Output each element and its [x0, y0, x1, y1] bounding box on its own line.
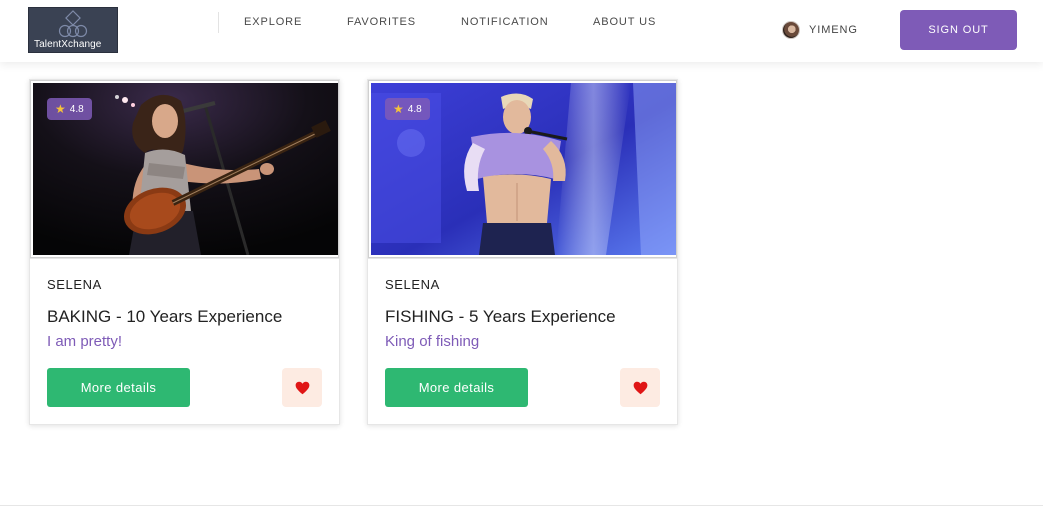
nav-notification[interactable]: NOTIFICATION	[461, 16, 549, 28]
star-icon: ★	[55, 102, 66, 116]
heart-icon	[295, 381, 309, 394]
rating-value: 4.8	[407, 103, 422, 115]
skill-title: BAKING - 10 Years Experience	[47, 307, 283, 326]
card-divider	[30, 258, 339, 259]
user-menu[interactable]: YIMENG	[782, 21, 858, 39]
skill-title: FISHING - 5 Years Experience	[385, 307, 616, 326]
card-divider	[368, 258, 677, 259]
favorite-button[interactable]	[620, 368, 660, 407]
sign-out-button[interactable]: SIGN OUT	[900, 10, 1017, 50]
card-image[interactable]: ★ 4.8	[30, 80, 339, 258]
card-image[interactable]: ★ 4.8	[368, 80, 677, 258]
nav-about-us[interactable]: ABOUT US	[593, 16, 656, 28]
nav-explore[interactable]: EXPLORE	[244, 16, 302, 28]
avatar	[782, 21, 800, 39]
talent-card: ★ 4.8 SELENA BAKING - 10 Years Experienc…	[29, 79, 340, 425]
rating-badge: ★ 4.8	[47, 98, 92, 120]
nav-favorites[interactable]: FAVORITES	[347, 16, 416, 28]
brand-logo[interactable]: TalentXchange	[28, 7, 118, 53]
heart-icon	[633, 381, 647, 394]
logo-rings-icon	[58, 10, 88, 38]
logo-text: TalentXchange	[34, 39, 102, 50]
nav-divider	[218, 12, 219, 33]
tagline: I am pretty!	[47, 333, 123, 350]
rating-badge: ★ 4.8	[385, 98, 430, 120]
seller-name: SELENA	[385, 277, 440, 292]
talent-card: ★ 4.8 SELENA FISHING - 5 Years Experienc…	[367, 79, 678, 425]
more-details-button[interactable]: More details	[47, 368, 190, 407]
user-name: YIMENG	[809, 24, 858, 36]
seller-name: SELENA	[47, 277, 102, 292]
more-details-button[interactable]: More details	[385, 368, 528, 407]
tagline: King of fishing	[385, 333, 480, 350]
star-icon: ★	[393, 102, 404, 116]
top-navbar: TalentXchange EXPLORE FAVORITES NOTIFICA…	[0, 0, 1043, 62]
favorite-button[interactable]	[282, 368, 322, 407]
rating-value: 4.8	[69, 103, 84, 115]
